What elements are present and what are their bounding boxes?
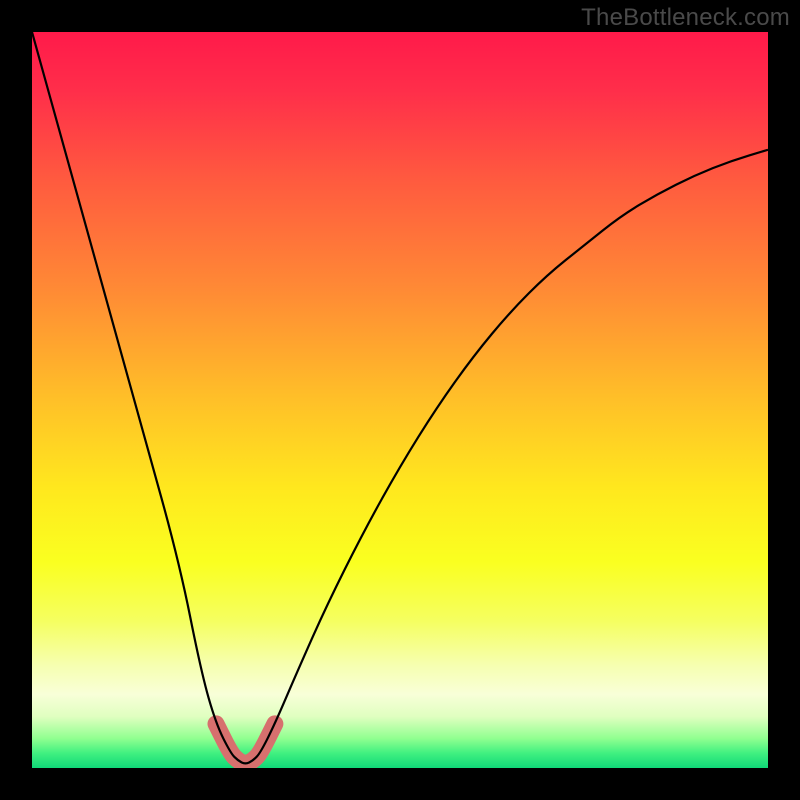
watermark-text: TheBottleneck.com: [581, 4, 790, 32]
plot-area: [32, 32, 768, 768]
chart-frame: TheBottleneck.com: [0, 0, 800, 800]
bottleneck-curve: [32, 32, 768, 763]
curve-layer: [32, 32, 768, 768]
